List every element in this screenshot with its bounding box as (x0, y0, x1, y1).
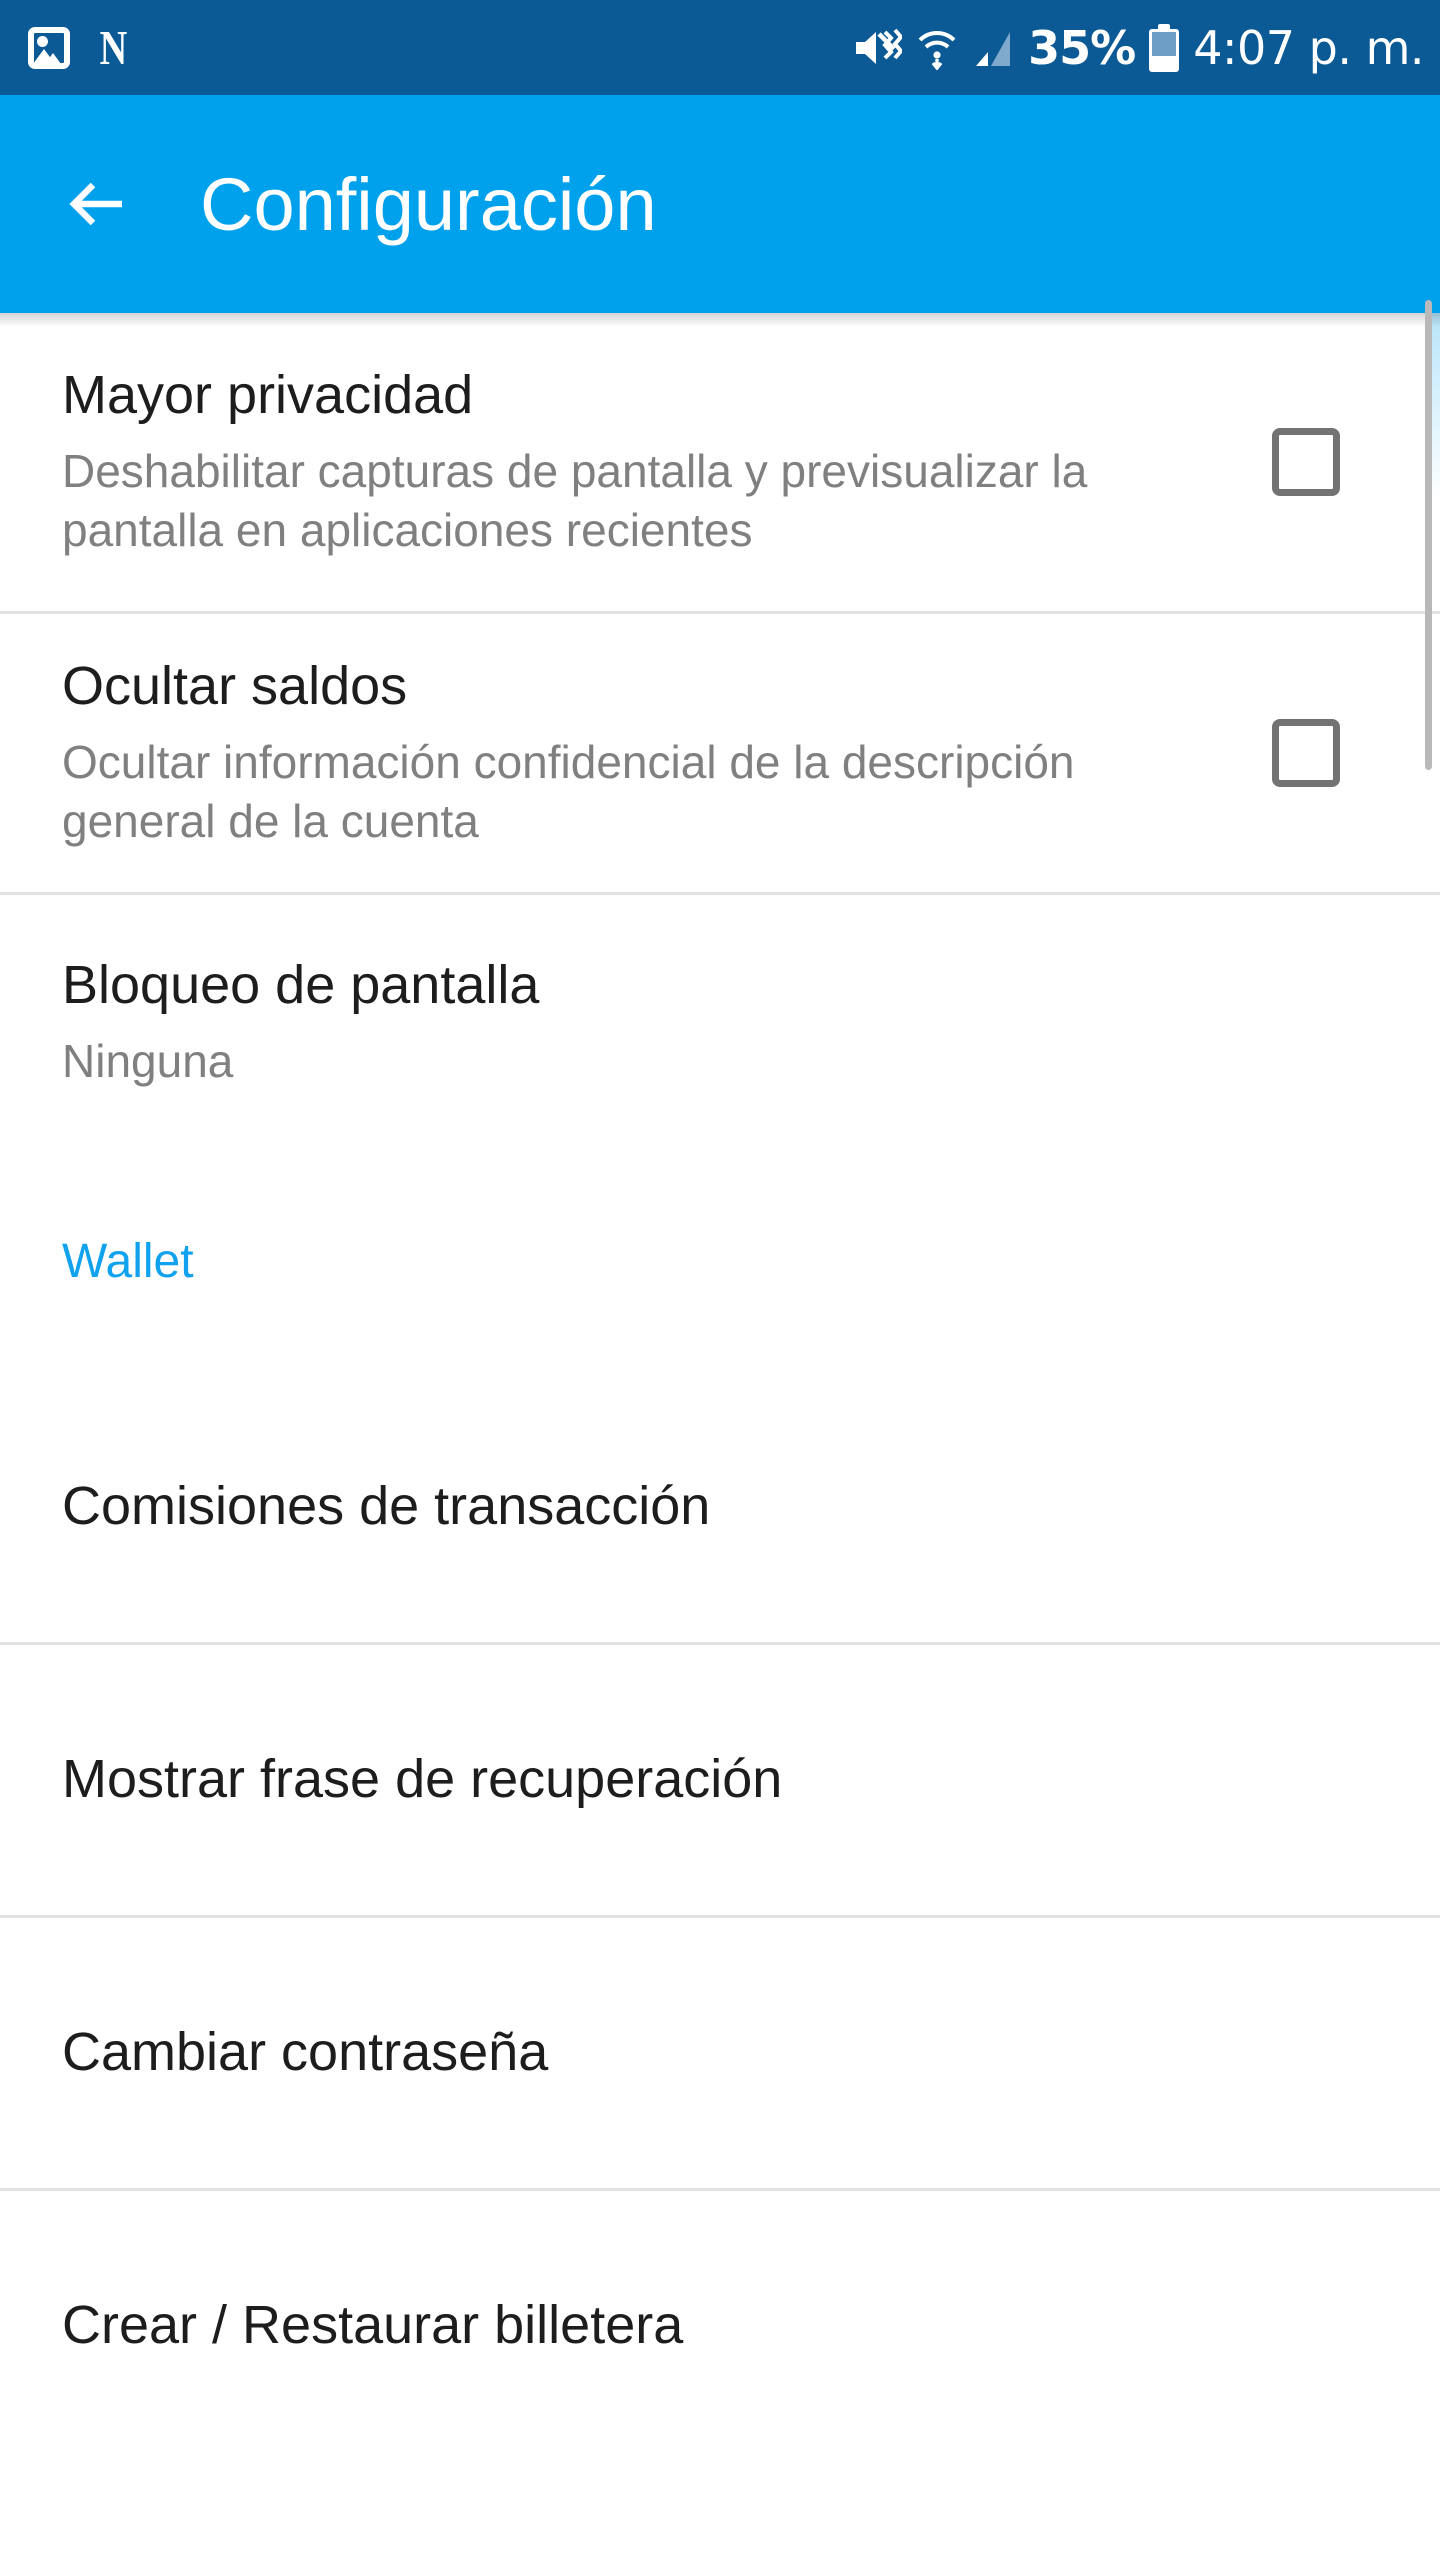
settings-list: Mayor privacidad Deshabilitar capturas d… (0, 313, 1440, 2560)
status-bar-left-icons: N (28, 23, 129, 72)
setting-value: Ninguna (62, 1034, 234, 1087)
section-header-wallet: Wallet (62, 1234, 194, 1288)
setting-row-hide-balances-text: Ocultar saldos Ocultar información confi… (62, 655, 1232, 850)
netflix-icon: N (99, 20, 128, 75)
setting-row-privacy[interactable]: Mayor privacidad Deshabilitar capturas d… (0, 313, 1440, 611)
status-bar-right-icons: 35% 4:07 p. m. (854, 21, 1424, 75)
battery-icon (1149, 23, 1180, 72)
back-arrow-icon[interactable] (60, 165, 138, 243)
setting-row-screen-lock[interactable]: Bloqueo de pantalla Ninguna (0, 895, 1440, 1150)
app-bar: Configuración (0, 95, 1440, 313)
wallet-item-show-recovery-phrase[interactable]: Mostrar frase de recuperación (0, 1645, 1440, 1915)
volume-mute-vibrate-icon (856, 28, 903, 64)
hide-balances-checkbox[interactable] (1272, 719, 1340, 787)
wallet-item-create-restore-wallet[interactable]: Crear / Restaurar billetera (0, 2191, 1440, 2461)
wallet-item-change-password[interactable]: Cambiar contraseña (0, 1918, 1440, 2188)
setting-row-screen-lock-text: Bloqueo de pantalla Ninguna (62, 954, 1378, 1091)
status-bar: N 35% 4:07 p. m. (0, 0, 1440, 95)
wallet-item-transaction-fees[interactable]: Comisiones de transacción (0, 1372, 1440, 1642)
setting-title: Bloqueo de pantalla (62, 955, 540, 1016)
list-item-label: Crear / Restaurar billetera (62, 2295, 684, 2356)
list-item-label: Mostrar frase de recuperación (62, 1749, 783, 1810)
setting-title: Mayor privacidad (62, 365, 474, 426)
setting-row-privacy-text: Mayor privacidad Deshabilitar capturas d… (62, 364, 1232, 559)
list-item-label: Cambiar contraseña (62, 2022, 549, 2083)
wifi-icon (918, 30, 956, 70)
battery-percent-label: 35% (1028, 20, 1136, 75)
status-bar-clock: 4:07 p. m. (1193, 20, 1424, 75)
setting-row-hide-balances[interactable]: Ocultar saldos Ocultar información confi… (0, 614, 1440, 892)
screenshot-icon (28, 26, 70, 69)
cellular-signal-icon (976, 31, 1011, 66)
setting-description: Ocultar información confidencial de la d… (62, 735, 1075, 847)
setting-title: Ocultar saldos (62, 656, 408, 717)
privacy-checkbox[interactable] (1272, 428, 1340, 496)
list-item-label: Comisiones de transacción (62, 1476, 711, 1537)
vertical-scrollbar[interactable] (1425, 300, 1432, 770)
setting-description: Deshabilitar capturas de pantalla y prev… (62, 444, 1088, 556)
page-title: Configuración (200, 162, 657, 246)
